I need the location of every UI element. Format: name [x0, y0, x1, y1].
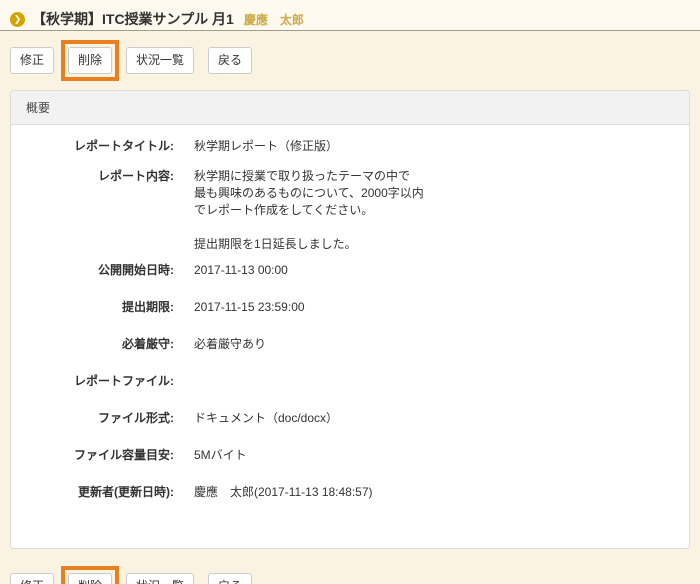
delete-button[interactable]: 削除	[68, 47, 112, 74]
field-row: ファイル容量目安: 5Mバイト	[26, 447, 674, 464]
overview-panel: 概要 レポートタイトル: 秋学期レポート（修正版） レポート内容:秋学期に授業で取り…	[10, 90, 690, 549]
edit-button[interactable]: 修正	[10, 573, 54, 584]
field-row: 提出期限: 2017-11-15 23:59:00	[26, 299, 674, 316]
field-value: 秋学期に授業で取り扱ったテーマの中で 最も興味のあるものについて、2000字以内…	[194, 168, 424, 253]
field-label: 更新者(更新日時):	[26, 484, 174, 501]
status-list-button[interactable]: 状況一覧	[126, 47, 194, 74]
field-label: レポートファイル:	[26, 373, 174, 390]
user-name: 慶應 太郎	[244, 11, 304, 28]
field-row: レポート内容:秋学期に授業で取り扱ったテーマの中で 最も興味のあるものについて、…	[26, 168, 674, 253]
delete-button-highlight: 削除	[61, 40, 119, 81]
field-value: 5Mバイト	[194, 447, 247, 464]
field-value: 必着厳守あり	[194, 336, 266, 353]
field-label: 必着厳守:	[26, 336, 174, 353]
field-label: 公開開始日時:	[26, 262, 174, 279]
page-header: ❯ 【秋学期】ITC授業サンプル 月1 慶應 太郎	[0, 0, 700, 31]
field-row: 更新者(更新日時): 慶應 太郎(2017-11-13 18:48:57)	[26, 484, 674, 501]
field-label: ファイル容量目安:	[26, 447, 174, 464]
field-label: ファイル形式:	[26, 410, 174, 427]
page-title: 【秋学期】ITC授業サンプル 月1	[32, 9, 234, 29]
field-label: レポート内容:	[26, 168, 174, 253]
edit-button[interactable]: 修正	[10, 47, 54, 74]
field-value: ドキュメント（doc/docx）	[194, 410, 338, 427]
back-button[interactable]: 戻る	[208, 573, 252, 584]
field-value: 2017-11-13 00:00	[194, 262, 288, 279]
field-value: 慶應 太郎(2017-11-13 18:48:57)	[194, 484, 373, 501]
field-row: レポートファイル:	[26, 373, 674, 390]
field-row: レポートタイトル: 秋学期レポート（修正版）	[26, 138, 674, 155]
field-value: 2017-11-15 23:59:00	[194, 299, 305, 316]
field-value: 秋学期レポート（修正版）	[194, 138, 338, 155]
field-label: 提出期限:	[26, 299, 174, 316]
main-content: 修正 削除 状況一覧 戻る 概要 レポートタイトル:秋学期レポート（修正版）レポ…	[0, 47, 700, 584]
field-label: レポートタイトル:	[26, 138, 174, 155]
delete-button[interactable]: 削除	[68, 573, 112, 584]
chevron-right-icon: ❯	[10, 12, 25, 27]
toolbar-top: 修正 削除 状況一覧 戻る	[10, 47, 690, 74]
overview-fields: レポートタイトル: 秋学期レポート（修正版） レポート内容:秋学期に授業で取り扱った…	[11, 125, 689, 548]
toolbar-bottom: 修正 削除 状況一覧 戻る	[10, 573, 690, 584]
delete-button-highlight: 削除	[61, 566, 119, 584]
field-row: 必着厳守: 必着厳守あり	[26, 336, 674, 353]
back-button[interactable]: 戻る	[208, 47, 252, 74]
field-row: ファイル形式: ドキュメント（doc/docx）	[26, 410, 674, 427]
overview-panel-header: 概要	[11, 91, 689, 125]
status-list-button[interactable]: 状況一覧	[126, 573, 194, 584]
field-row: 公開開始日時: 2017-11-13 00:00	[26, 262, 674, 279]
